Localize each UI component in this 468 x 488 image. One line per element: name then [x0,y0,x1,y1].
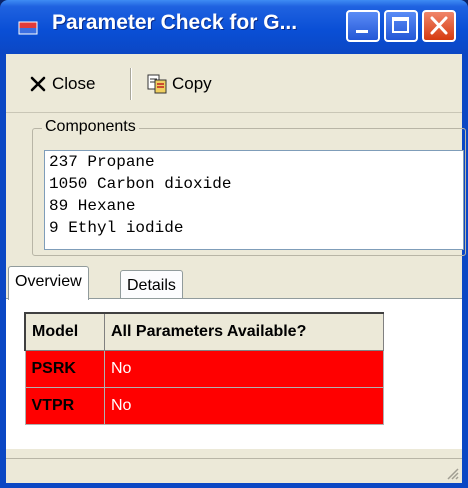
copy-label: Copy [172,74,212,93]
close-window-button[interactable] [422,10,456,42]
components-list[interactable]: 237 Propane 1050 Carbon dioxide 89 Hexan… [44,150,464,250]
toolbar: Close Copy [6,54,462,113]
results-table: Model All Parameters Available? PSRK No … [24,312,384,425]
table-row[interactable]: PSRK No [24,350,384,388]
status-bar [6,458,462,483]
copy-icon [147,74,167,94]
close-button[interactable]: Close [28,70,95,98]
close-label: Close [52,74,96,93]
maximize-icon [392,17,409,33]
components-label: Components [42,118,139,136]
available-cell[interactable]: No [104,350,384,388]
list-item[interactable]: 9 Ethyl iodide [45,217,463,239]
close-icon [430,16,448,35]
app-window: Parameter Check for G... Close Copy Comp… [0,0,468,488]
column-header-model[interactable]: Model [24,312,105,351]
tab-overview[interactable]: Overview [8,266,89,300]
title-bar[interactable]: Parameter Check for G... [0,0,468,54]
model-cell[interactable]: PSRK [24,350,105,388]
list-item[interactable]: 89 Hexane [45,195,463,217]
resize-grip-icon[interactable] [444,465,460,481]
available-cell[interactable]: No [104,387,384,425]
maximize-button[interactable] [384,10,418,42]
minimize-icon [356,30,368,33]
tab-strip: Overview Details [6,262,462,300]
app-icon [18,21,38,35]
copy-button[interactable]: Copy [146,70,212,98]
window-frame-right [462,54,468,488]
minimize-button[interactable] [346,10,380,42]
model-cell[interactable]: VTPR [24,387,105,425]
table-header-row: Model All Parameters Available? [24,312,384,351]
list-item[interactable]: 1050 Carbon dioxide [45,173,463,195]
column-header-available[interactable]: All Parameters Available? [104,312,384,351]
toolbar-separator [130,68,131,100]
list-item[interactable]: 237 Propane [45,151,463,173]
tab-details[interactable]: Details [120,270,183,300]
window-title: Parameter Check for G... [52,11,298,34]
x-icon [30,76,46,92]
table-row[interactable]: VTPR No [24,387,384,425]
window-client-area: Close Copy Components 237 Propane 1050 C… [6,54,466,483]
